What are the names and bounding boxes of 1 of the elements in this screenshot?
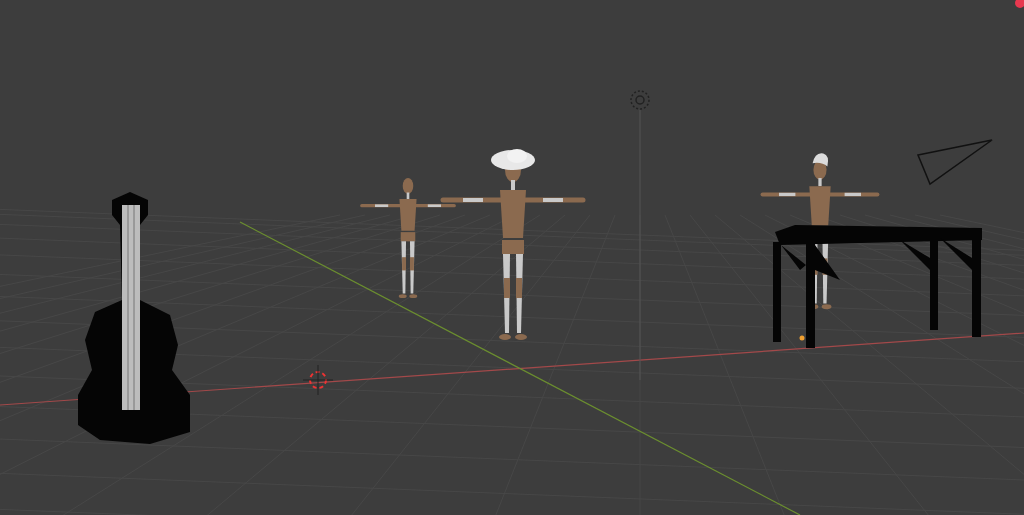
origin-dot (799, 335, 805, 341)
